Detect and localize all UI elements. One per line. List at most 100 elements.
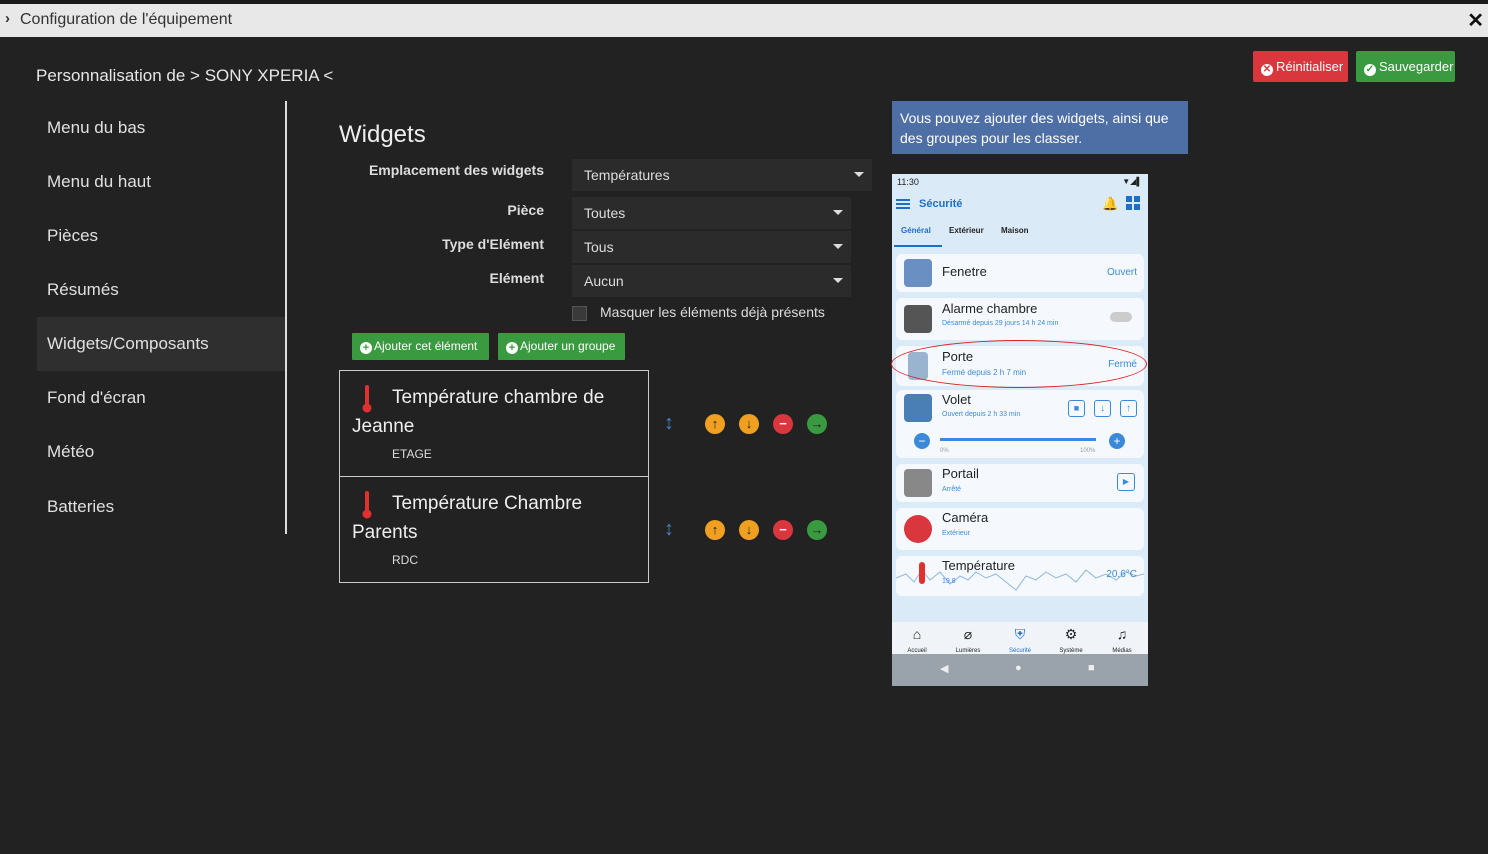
item-title: Fenetre [942, 264, 987, 279]
save-label: Sauvegarder [1379, 59, 1454, 74]
x-circle-icon: ✕ [1261, 64, 1273, 76]
phone-status-time: 11:30 [897, 177, 919, 187]
home-icon: ⌂ [912, 626, 922, 642]
phone-item-alarme: Alarme chambre Désarmé depuis 29 jours 1… [896, 298, 1144, 340]
section-heading: Widgets [339, 121, 426, 148]
widget-card[interactable]: Température Chambre Parents RDC [339, 476, 649, 583]
phone-item-camera: Caméra Extérieur [896, 508, 1144, 550]
slider-min-label: 0% [940, 448, 949, 454]
chevron-down-icon [833, 210, 843, 215]
phone-title: Sécurité [919, 198, 963, 210]
go-icon[interactable]: → [807, 414, 827, 434]
check-circle-icon: ✓ [1364, 64, 1376, 76]
gate-icon [904, 469, 932, 497]
grid-icon [1126, 196, 1140, 210]
move-up-icon[interactable]: ↑ [705, 520, 725, 540]
add-group-button[interactable]: + Ajouter un groupe [498, 333, 625, 360]
phone-bottom-nav: ⌂ Accueil ⌀ Lumières ⛨ Sécurité ⚙ Systèm… [892, 622, 1148, 654]
item-title: Alarme chambre [942, 301, 1038, 316]
location-select[interactable]: Températures [572, 159, 872, 191]
slider-fill [940, 438, 1096, 441]
signal-icon: ▼◢▌ [1122, 177, 1142, 186]
sidebar-item-fond-ecran[interactable]: Fond d'écran [37, 371, 285, 425]
recents-icon: ■ [1088, 662, 1095, 674]
sidebar-item-batteries[interactable]: Batteries [37, 480, 285, 534]
move-down-icon[interactable]: ↓ [739, 414, 759, 434]
sidebar-item-meteo[interactable]: Météo [37, 425, 285, 479]
move-up-icon[interactable]: ↑ [705, 414, 725, 434]
drag-handle-icon[interactable]: ↕ [664, 412, 674, 435]
tab-underline [894, 245, 942, 247]
phone-tab-general: Général [901, 226, 931, 235]
remove-icon[interactable]: − [773, 520, 793, 540]
save-button[interactable]: ✓ Sauvegarder [1356, 51, 1455, 82]
widget-card[interactable]: Température chambre de Jeanne ETAGE [339, 370, 649, 477]
phone-item-fenetre: Fenetre Ouvert [896, 254, 1144, 292]
sidebar-item-widgets[interactable]: Widgets/Composants [37, 317, 285, 371]
element-value: Aucun [584, 273, 624, 289]
sidebar-item-menu-bas[interactable]: Menu du bas [37, 101, 285, 155]
info-box: Vous pouvez ajouter des widgets, ainsi q… [892, 101, 1188, 154]
chevron-down-icon [833, 244, 843, 249]
item-title: Volet [942, 392, 971, 407]
phone-tab-maison: Maison [1001, 226, 1029, 235]
item-subtitle: Arrêté [942, 486, 962, 493]
add-group-label: Ajouter un groupe [520, 339, 616, 353]
sidebar-item-pieces[interactable]: Pièces [37, 209, 285, 263]
bulb-icon: ⌀ [963, 626, 973, 642]
back-icon: ◀ [940, 663, 949, 675]
sidebar-item-resumes[interactable]: Résumés [37, 263, 285, 317]
media-icon: ♫ [1116, 626, 1128, 642]
phone-system-bar: ◀ ● ■ [892, 654, 1148, 686]
toggle-switch [1110, 312, 1132, 322]
remove-icon[interactable]: − [773, 414, 793, 434]
hide-present-checkbox[interactable] [572, 306, 587, 321]
phone-preview: 11:30 ▼◢▌ Sécurité 🔔 Général Extérieur M… [892, 174, 1148, 686]
shutter-icon [904, 394, 932, 422]
highlight-oval [891, 340, 1147, 388]
close-icon[interactable]: ✕ [1467, 8, 1484, 33]
item-title: Température [942, 558, 1015, 573]
alarm-icon [904, 305, 932, 333]
sidebar-item-menu-haut[interactable]: Menu du haut [37, 155, 285, 209]
chevron-down-icon [854, 172, 864, 177]
thermometer-icon [919, 562, 925, 584]
element-select[interactable]: Aucun [572, 265, 851, 297]
element-label: Elément [489, 270, 544, 286]
move-down-icon[interactable]: ↓ [739, 520, 759, 540]
item-subtitle: Désarmé depuis 29 jours 14 h 24 min [942, 320, 1059, 327]
item-title: Portail [942, 466, 979, 481]
reset-label: Réinitialiser [1276, 59, 1344, 74]
sidebar: Menu du bas Menu du haut Pièces Résumés … [37, 101, 287, 534]
phone-item-temperature: Température 19.8 20.6°C [896, 556, 1144, 596]
minus-icon: − [914, 433, 930, 449]
item-subtitle: Extérieur [942, 530, 971, 537]
phone-item-volet: Volet Ouvert depuis 2 h 33 min ■ ↓ ↑ − +… [896, 390, 1144, 458]
plus-icon: + [1109, 433, 1125, 449]
room-value: Toutes [584, 205, 626, 221]
window-title: Configuration de l'équipement [20, 11, 233, 28]
shield-icon: ⛨ [1014, 626, 1026, 642]
room-select[interactable]: Toutes [572, 197, 851, 229]
reset-button[interactable]: ✕ Réinitialiser [1253, 51, 1348, 82]
item-value: Ouvert [1106, 267, 1137, 278]
phone-item-portail: Portail Arrêté ▶ [896, 464, 1144, 502]
page-title: Personnalisation de > SONY XPERIA < [36, 66, 334, 85]
room-label: Pièce [507, 202, 544, 218]
go-icon[interactable]: → [807, 520, 827, 540]
home-circle-icon: ● [1015, 662, 1022, 674]
plus-circle-icon: + [506, 342, 518, 354]
drag-handle-icon[interactable]: ↕ [664, 518, 674, 541]
widget-card-name: Température chambre de Jeanne [352, 387, 605, 437]
item-subtitle: Ouvert depuis 2 h 33 min [942, 411, 1021, 418]
location-label: Emplacement des widgets [368, 162, 544, 178]
type-select[interactable]: Tous [572, 231, 851, 263]
chevron-right-icon[interactable]: › [5, 10, 10, 27]
item-subtitle: 19.8 [942, 578, 956, 585]
gear-icon: ⚙ [1064, 626, 1078, 642]
plus-circle-icon: + [360, 342, 372, 354]
location-value: Températures [584, 167, 670, 183]
add-element-button[interactable]: + Ajouter cet élément [352, 333, 489, 360]
window-icon [904, 259, 932, 287]
phone-tab-exterieur: Extérieur [949, 226, 984, 235]
